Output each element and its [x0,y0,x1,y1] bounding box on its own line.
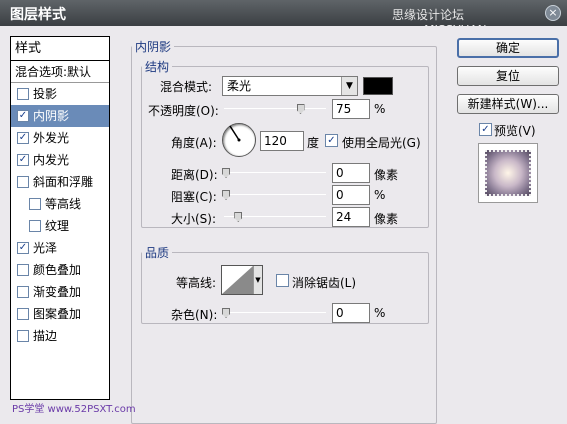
style-item-checkbox[interactable] [17,286,29,298]
ok-button[interactable]: 确定 [457,38,559,58]
noise-input[interactable]: 0 [332,303,370,323]
style-item-checkbox[interactable]: ✓ [17,154,29,166]
chevron-down-icon: ▼ [341,77,357,95]
noise-unit: % [374,306,386,320]
style-item-label: 纹理 [45,219,70,233]
style-item-label: 光泽 [33,241,58,255]
choke-input[interactable]: 0 [332,185,370,205]
choke-slider-thumb[interactable] [222,190,231,200]
reset-button[interactable]: 复位 [457,66,559,86]
angle-input[interactable]: 120 [260,131,304,151]
preview-label: 预览(V) [494,124,536,138]
style-item-label: 外发光 [33,131,70,145]
size-input[interactable]: 24 [332,207,370,227]
opacity-label: 不透明度(O): [148,104,219,118]
style-item-label: 描边 [33,329,58,343]
noise-label: 杂色(N): [171,308,218,322]
style-item-label: 内阴影 [33,109,70,123]
angle-needle-icon [229,125,241,142]
style-item[interactable]: ✓ 内发光 [11,149,109,171]
style-item-checkbox[interactable]: ✓ [17,132,29,144]
style-item-label: 渐变叠加 [33,285,82,299]
contour-label: 等高线: [176,276,217,290]
antialias-label: 消除锯齿(L) [292,276,357,290]
style-preview-thumbnail [478,143,538,203]
size-slider[interactable] [224,210,326,224]
distance-slider-thumb[interactable] [222,168,231,178]
dialog-body: 样式 混合选项:默认 投影 ✓ 内阴影 ✓ 外发光 ✓ 内发光斜面和浮雕等高线纹理 ✓ 光泽颜色… [0,26,567,424]
choke-label: 阻塞(C): [171,190,217,204]
style-item-checkbox[interactable]: ✓ [17,242,29,254]
global-light-checkbox[interactable]: ✓ [325,134,338,147]
style-item[interactable]: 描边 [11,325,109,347]
style-item[interactable]: 等高线 [11,193,109,215]
distance-input[interactable]: 0 [332,163,370,183]
style-list: 样式 混合选项:默认 投影 ✓ 内阴影 ✓ 外发光 ✓ 内发光斜面和浮雕等高线纹理 ✓ 光泽颜色… [10,36,110,400]
choke-unit: % [374,188,386,202]
style-item-label: 内发光 [33,153,70,167]
footer-watermark: PS学堂 www.52PSXT.com [12,404,136,415]
style-item[interactable]: 纹理 [11,215,109,237]
antialias-checkbox[interactable] [276,274,289,287]
window-title: 图层样式 [10,7,66,23]
blend-mode-label: 混合模式: [160,80,213,94]
noise-slider[interactable] [222,306,326,320]
opacity-slider-thumb[interactable] [296,104,305,114]
blend-mode-value: 柔光 [227,79,252,93]
global-light-label: 使用全局光(G) [342,136,421,150]
angle-dial[interactable] [222,123,256,157]
close-icon[interactable]: × [545,5,561,21]
blend-mode-select[interactable]: 柔光 ▼ [222,76,358,96]
style-item-checkbox[interactable] [17,264,29,276]
structure-title: 结构 [145,60,170,74]
style-item-label: 颜色叠加 [33,263,82,277]
angle-unit: 度 [307,136,320,150]
style-item-checkbox[interactable] [17,308,29,320]
shadow-color-swatch[interactable] [363,77,393,95]
quality-title: 品质 [145,246,170,260]
style-item[interactable]: 颜色叠加 [11,259,109,281]
opacity-unit: % [374,102,386,116]
style-items: 投影 ✓ 内阴影 ✓ 外发光 ✓ 内发光斜面和浮雕等高线纹理 ✓ 光泽颜色叠加渐变叠加图案叠加描… [11,83,109,347]
blend-options-item[interactable]: 混合选项:默认 [11,61,109,83]
opacity-input[interactable]: 75 [332,99,370,119]
style-item[interactable]: 斜面和浮雕 [11,171,109,193]
contour-curve-icon [222,266,253,294]
contour-picker[interactable]: ▼ [221,265,263,295]
style-item[interactable]: ✓ 光泽 [11,237,109,259]
style-item-checkbox[interactable] [17,330,29,342]
style-item[interactable]: 渐变叠加 [11,281,109,303]
angle-label: 角度(A): [171,136,217,150]
style-item-label: 投影 [33,87,58,101]
style-item[interactable]: ✓ 外发光 [11,127,109,149]
style-list-header[interactable]: 样式 [11,37,109,61]
new-style-button[interactable]: 新建样式(W)... [457,94,559,114]
style-item[interactable]: 投影 [11,83,109,105]
preview-checkbox[interactable]: ✓ [479,123,492,136]
style-item-checkbox[interactable] [29,220,41,232]
size-label: 大小(S): [171,212,217,226]
opacity-slider[interactable] [224,102,326,116]
style-item-label: 图案叠加 [33,307,82,321]
style-item-label: 斜面和浮雕 [33,175,94,189]
style-item-checkbox[interactable] [29,198,41,210]
style-item[interactable]: ✓ 内阴影 [11,105,109,127]
inner-shadow-title: 内阴影 [135,40,172,54]
style-item-label: 等高线 [45,197,82,211]
noise-slider-thumb[interactable] [222,308,231,318]
size-unit: 像素 [374,212,399,226]
choke-slider[interactable] [222,188,326,202]
style-item-checkbox[interactable]: ✓ [17,110,29,122]
distance-label: 距离(D): [171,168,218,182]
style-item-checkbox[interactable] [17,88,29,100]
title-bar: 图层样式 思缘设计论坛 www.MISSYUAN.com × [0,0,567,37]
distance-unit: 像素 [374,168,399,182]
style-item[interactable]: 图案叠加 [11,303,109,325]
chevron-down-icon[interactable]: ▼ [253,266,262,294]
style-item-checkbox[interactable] [17,176,29,188]
size-slider-thumb[interactable] [234,212,243,222]
distance-slider[interactable] [222,166,326,180]
